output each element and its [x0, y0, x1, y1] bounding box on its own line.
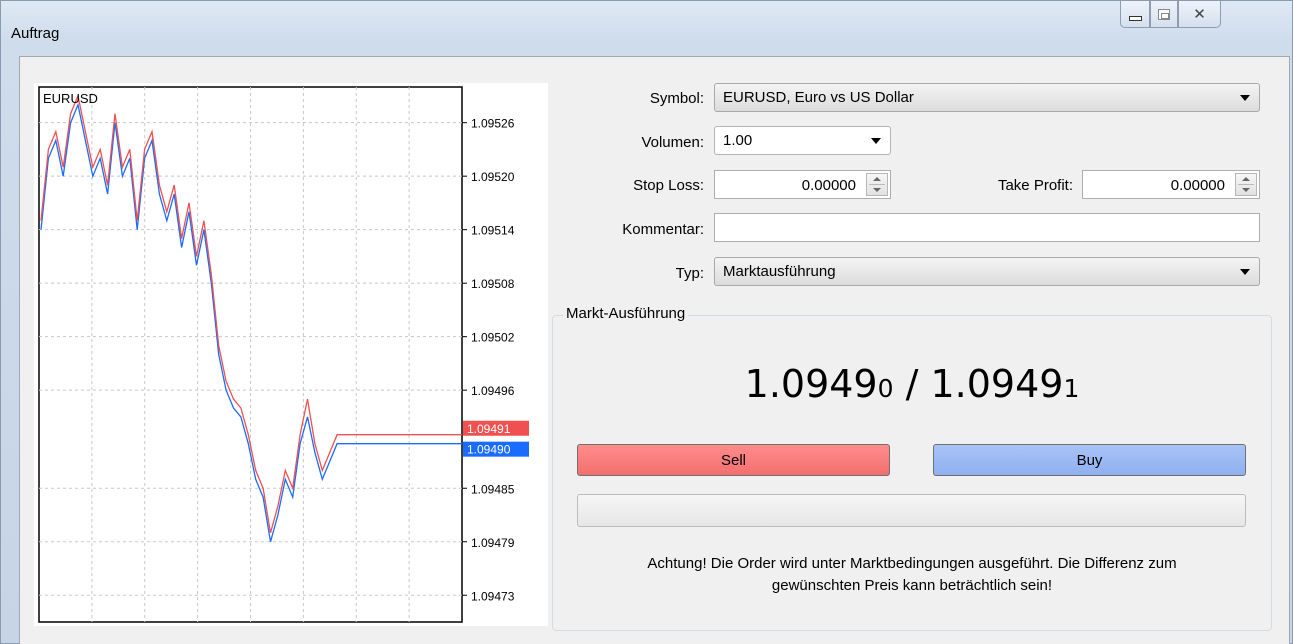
arrow-down-icon [873, 188, 881, 192]
stoploss-label: Stop Loss: [633, 177, 704, 194]
close-button[interactable]: ✕ [1178, 1, 1221, 28]
warning-line-1: Achtung! Die Order wird unter Marktbedin… [647, 555, 1177, 572]
y-tick-label: 1.09479 [471, 536, 515, 550]
takeprofit-label: Take Profit: [997, 177, 1073, 194]
y-tick-label: 1.09514 [471, 224, 515, 238]
y-tick-label: 1.09502 [471, 331, 515, 345]
y-tick-label: 1.09485 [471, 482, 515, 496]
type-value: Marktausführung [723, 263, 836, 280]
execution-progress-bar [577, 494, 1246, 527]
y-tick-label: 1.09508 [471, 277, 515, 291]
minimize-icon [1128, 15, 1142, 21]
arrow-up-icon [873, 177, 881, 181]
takeprofit-stepper[interactable] [1235, 173, 1257, 196]
y-tick-label: 1.09520 [471, 170, 515, 184]
y-tick-label: 1.09496 [471, 384, 515, 398]
volume-value: 1.00 [723, 132, 753, 149]
y-tick-label: 1.09526 [471, 117, 515, 131]
market-warning: Achtung! Die Order wird unter Marktbedin… [552, 553, 1272, 597]
symbol-select[interactable]: EURUSD, Euro vs US Dollar [714, 83, 1260, 112]
ask-price-tag-label: 1.09491 [467, 422, 511, 436]
chart-symbol: EURUSD [43, 91, 98, 106]
market-execution-title: Markt-Ausführung [563, 305, 689, 322]
order-window: Auftrag ✕ 1.09526 1.09520 1.09514 1.09508 1.… [0, 0, 1293, 644]
stoploss-value: 0.00000 [801, 177, 856, 194]
minimize-button[interactable] [1120, 1, 1150, 28]
chevron-down-icon [1240, 269, 1250, 275]
chart-y-axis: 1.09526 1.09520 1.09514 1.09508 1.09502 1.094… [462, 117, 529, 603]
price-separator: / [893, 362, 931, 406]
stoploss-field[interactable]: 0.00000 [714, 170, 891, 199]
window-title: Auftrag [11, 25, 60, 42]
maximize-button[interactable] [1150, 1, 1178, 28]
chart-series [40, 93, 462, 542]
volume-combobox[interactable]: 1.00 [714, 126, 891, 155]
chart-canvas: 1.09526 1.09520 1.09514 1.09508 1.09502 1.094… [38, 86, 529, 623]
sell-button[interactable]: Sell [577, 444, 890, 476]
chevron-down-icon [871, 138, 881, 144]
takeprofit-field[interactable]: 0.00000 [1082, 170, 1260, 199]
takeprofit-value: 0.00000 [1170, 177, 1225, 194]
price-chart: 1.09526 1.09520 1.09514 1.09508 1.09502 1.094… [34, 83, 548, 626]
maximize-icon [1158, 8, 1170, 20]
volume-label: Volumen: [641, 134, 704, 151]
stoploss-stepper[interactable] [866, 173, 888, 196]
type-label: Typ: [675, 265, 704, 282]
y-tick-label: 1.09473 [471, 589, 515, 603]
bid-price: 1.09490 [744, 362, 894, 406]
ask-line [40, 93, 462, 533]
arrow-up-icon [1242, 177, 1250, 181]
bid-price-tag-label: 1.09490 [467, 443, 511, 457]
dialog-body: 1.09526 1.09520 1.09514 1.09508 1.09502 1.094… [19, 56, 1290, 644]
chevron-down-icon [1240, 95, 1250, 101]
close-icon: ✕ [1193, 5, 1206, 23]
type-select[interactable]: Marktausführung [714, 257, 1260, 286]
symbol-label: Symbol: [649, 90, 704, 107]
price-display: 1.09490 / 1.09491 [552, 362, 1272, 406]
comment-label: Kommentar: [622, 221, 704, 238]
arrow-down-icon [1242, 188, 1250, 192]
comment-input[interactable] [714, 213, 1260, 242]
ask-price: 1.09491 [930, 362, 1080, 406]
buy-button[interactable]: Buy [933, 444, 1246, 476]
warning-line-2: gewünschten Preis kann beträchtlich sein… [771, 577, 1053, 594]
symbol-value: EURUSD, Euro vs US Dollar [723, 89, 914, 106]
